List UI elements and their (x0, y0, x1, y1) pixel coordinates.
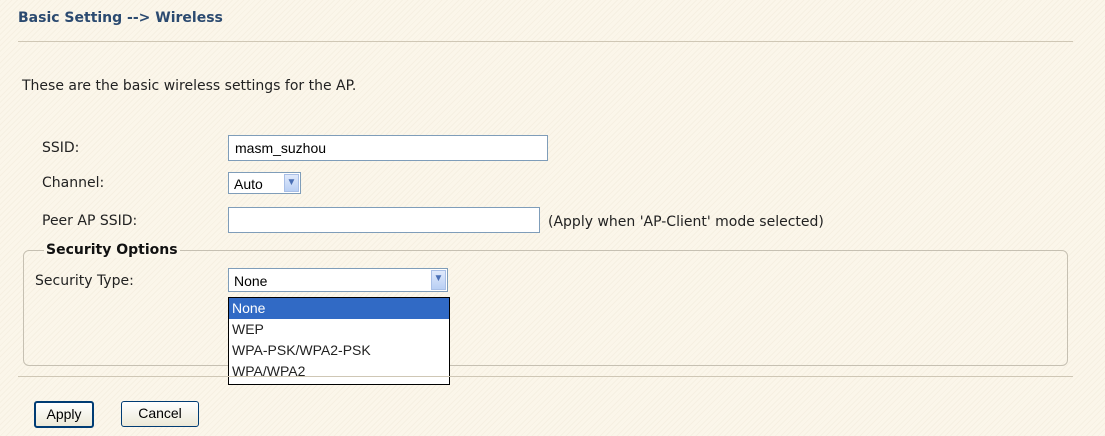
security-option-wpa[interactable]: WPA/WPA2 (229, 361, 449, 382)
channel-select[interactable]: Auto ▼ (228, 172, 301, 194)
chevron-down-icon[interactable]: ▼ (284, 174, 299, 192)
security-type-dropdown-list[interactable]: None WEP WPA-PSK/WPA2-PSK WPA/WPA2 (228, 297, 450, 385)
top-divider (18, 41, 1073, 42)
page-title: Basic Setting --> Wireless (18, 10, 223, 26)
chevron-down-icon[interactable]: ▼ (431, 270, 446, 290)
bottom-divider (18, 376, 1073, 377)
security-option-wpa-psk[interactable]: WPA-PSK/WPA2-PSK (229, 340, 449, 361)
ssid-input[interactable] (228, 135, 548, 161)
peer-ap-ssid-label: Peer AP SSID: (42, 213, 138, 229)
security-type-select[interactable]: None ▼ (228, 268, 448, 292)
cancel-button[interactable]: Cancel (121, 401, 199, 427)
channel-label: Channel: (42, 175, 105, 191)
apply-button[interactable]: Apply (34, 401, 94, 428)
peer-ap-ssid-hint: (Apply when 'AP-Client' mode selected) (548, 214, 824, 230)
security-options-legend: Security Options (44, 242, 180, 258)
security-option-none[interactable]: None (229, 298, 449, 319)
intro-text: These are the basic wireless settings fo… (22, 78, 357, 94)
channel-value: Auto (234, 176, 263, 192)
security-type-value: None (234, 273, 268, 289)
security-option-wep[interactable]: WEP (229, 319, 449, 340)
peer-ap-ssid-input[interactable] (228, 207, 540, 233)
security-type-label: Security Type: (35, 273, 134, 289)
ssid-label: SSID: (42, 140, 80, 156)
security-options-group (23, 250, 1068, 366)
